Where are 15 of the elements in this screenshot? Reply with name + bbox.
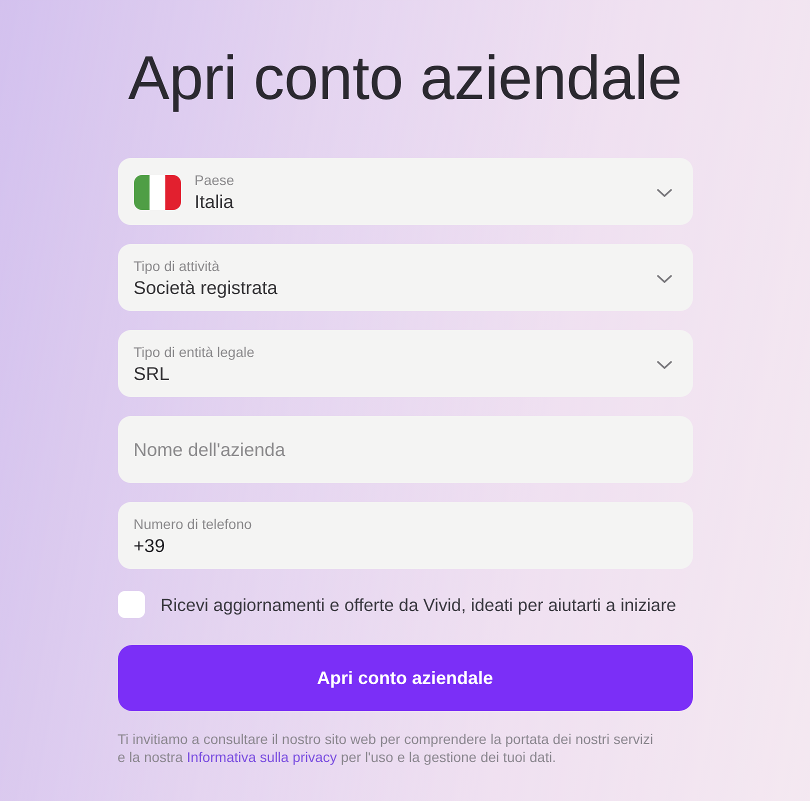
dropdown-field[interactable]: Tipo di entità legale SRL	[118, 330, 692, 397]
open-account-button[interactable]: Apri conto aziendale	[118, 645, 692, 711]
phone-field[interactable]: Numero di telefono +39	[118, 502, 692, 569]
input-field[interactable]: Nome dell'azienda	[118, 416, 692, 483]
dropdown-field[interactable]: Tipo di attività Società registrata	[118, 244, 692, 311]
consent-label: Ricevi aggiornamenti e offerte da Vivid, ideati per aiutarti a iniziare	[160, 594, 676, 616]
chevron-down-icon	[656, 360, 672, 368]
privacy-notice: Ti invitiamo a consultare il nostro sito web per comprendere la portata dei nostri servizi e la nostra Informativa sulla privacy per l'uso e la gestione dei tuoi dati.	[118, 730, 654, 766]
checkbox[interactable]	[118, 591, 144, 618]
chevron-down-icon	[656, 188, 672, 196]
privacy-policy-link[interactable]: Informativa sulla privacy	[186, 749, 337, 765]
page-title: Apri conto aziendale	[127, 46, 683, 112]
country-select[interactable]: Paese Italia	[118, 158, 692, 225]
italy-flag-icon	[134, 175, 180, 210]
chevron-down-icon	[656, 274, 672, 282]
